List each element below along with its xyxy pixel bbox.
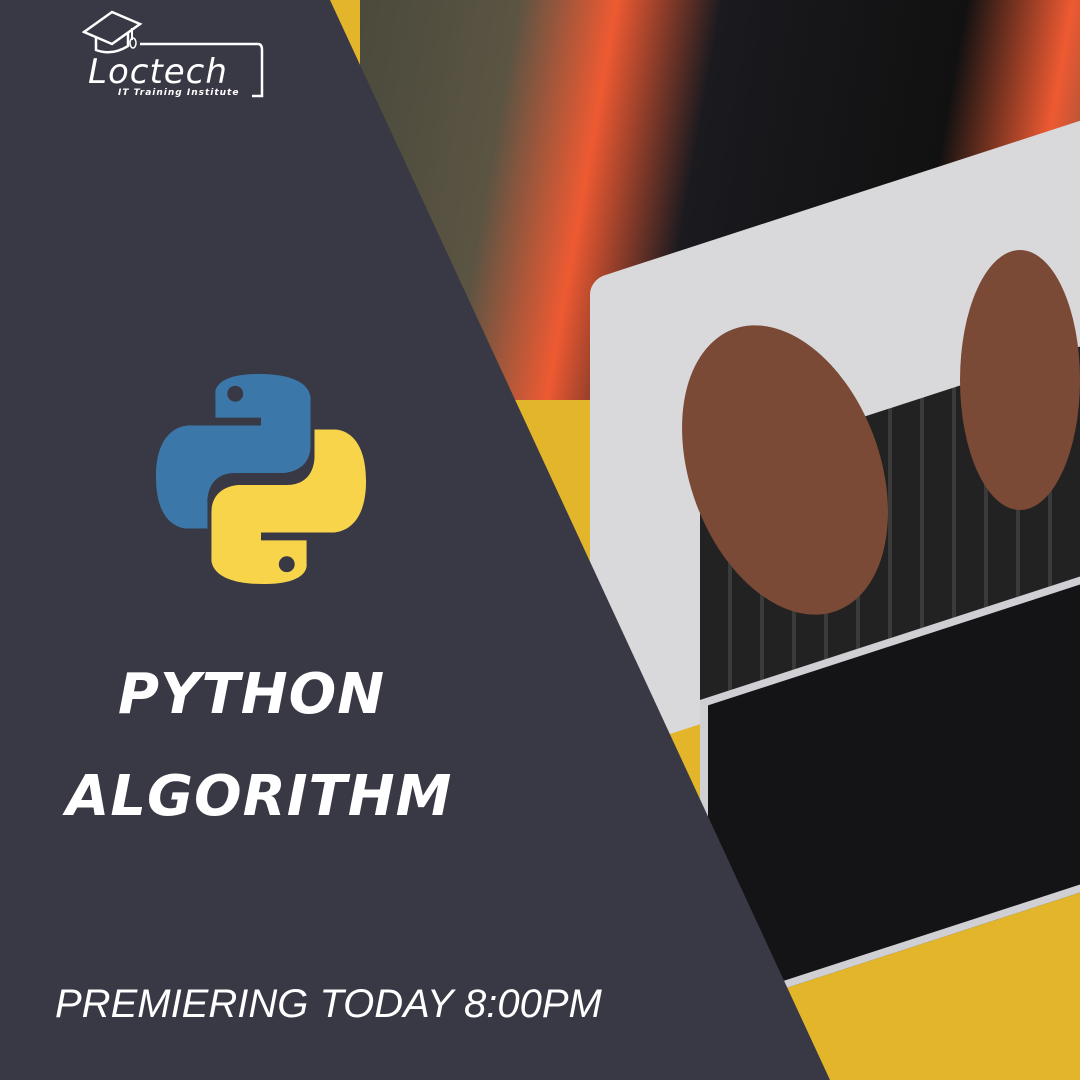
loctech-logo: Loctech IT Training Institute	[82, 10, 267, 100]
logo-name: Loctech	[88, 52, 228, 92]
right-hand	[960, 250, 1080, 510]
logo-tagline: IT Training Institute	[118, 88, 240, 98]
python-logo-icon	[155, 373, 367, 585]
title-line-2: ALGORITHM	[66, 764, 453, 829]
title-line-1: PYTHON	[118, 662, 386, 727]
premiere-time: PREMIERING TODAY 8:00PM	[55, 982, 602, 1026]
